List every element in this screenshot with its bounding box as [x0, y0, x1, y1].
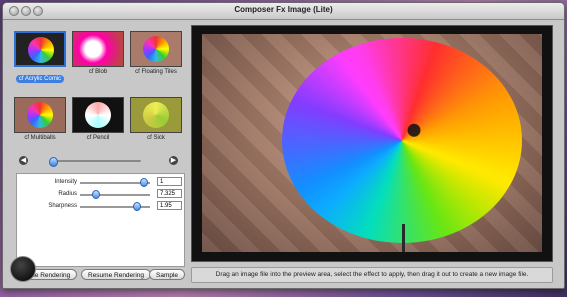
preview-area[interactable] [191, 25, 553, 262]
effects-panel: cf Acrylic Comic cf Blob cf Floating Til… [11, 25, 185, 267]
status-bar: Drag an image file into the preview area… [191, 267, 553, 283]
effect-thumb-blob[interactable]: cf Blob [71, 31, 125, 75]
effect-label: cf Pencil [86, 135, 110, 141]
param-slider-knob[interactable] [140, 178, 148, 187]
effect-preview-image [14, 31, 66, 67]
effect-scroll-row: ◀ ▶ [11, 156, 183, 167]
effect-thumb-sick[interactable]: cf Sick [129, 97, 183, 141]
param-slider-track[interactable] [80, 194, 150, 196]
rose-stem [402, 224, 405, 252]
next-arrow-icon[interactable]: ▶ [169, 156, 178, 165]
effect-preview-image [130, 31, 182, 67]
effect-label: cf Sick [147, 135, 165, 141]
param-value-field[interactable]: 7.325 [157, 189, 182, 198]
param-sharpness: Sharpness 1.95 [17, 201, 184, 213]
app-window: Composer Fx Image (Lite) cf Acrylic Comi… [2, 2, 565, 289]
effect-preview-image [72, 31, 124, 67]
sample-button[interactable]: Sample [149, 269, 186, 280]
effect-thumb-multiballs[interactable]: cf Multiballs [13, 97, 67, 141]
param-slider-knob[interactable] [133, 202, 141, 211]
param-value-field[interactable]: 1.95 [157, 201, 182, 210]
effect-label: cf Acrylic Comic [15, 75, 65, 83]
effect-preview-image [72, 97, 124, 133]
window-title: Composer Fx Image (Lite) [234, 5, 333, 14]
effect-scroll-knob[interactable] [49, 157, 58, 167]
prev-arrow-icon[interactable]: ◀ [19, 156, 28, 165]
param-label: Radius [58, 191, 77, 197]
effect-scroll-track[interactable] [51, 160, 141, 162]
resume-rendering-button[interactable]: Resume Rendering [81, 269, 152, 280]
effect-preview-image [130, 97, 182, 133]
effect-thumb-acrylic-comic[interactable]: cf Acrylic Comic [13, 31, 67, 85]
effect-label: cf Blob [88, 69, 108, 75]
parameters-panel: Intensity 1 Radius 7.325 Sharpness 1.95 [16, 173, 185, 267]
param-value-field[interactable]: 1 [157, 177, 182, 186]
param-intensity: Intensity 1 [17, 177, 184, 189]
apple-logo-icon [10, 256, 36, 282]
effect-preview-image [14, 97, 66, 133]
effect-label: cf Multiballs [24, 135, 56, 141]
effect-grid: cf Acrylic Comic cf Blob cf Floating Til… [11, 25, 183, 145]
title-bar: Composer Fx Image (Lite) [3, 3, 564, 20]
preview-image [202, 34, 542, 252]
effect-thumb-pencil[interactable]: cf Pencil [71, 97, 125, 141]
param-label: Intensity [54, 179, 77, 185]
param-slider-knob[interactable] [92, 190, 100, 199]
rose-image [282, 38, 522, 243]
param-label: Sharpness [48, 203, 77, 209]
effect-thumb-floating-tiles[interactable]: cf Floating Tiles [129, 31, 183, 75]
effect-label: cf Floating Tiles [135, 69, 177, 75]
param-radius: Radius 7.325 [17, 189, 184, 201]
